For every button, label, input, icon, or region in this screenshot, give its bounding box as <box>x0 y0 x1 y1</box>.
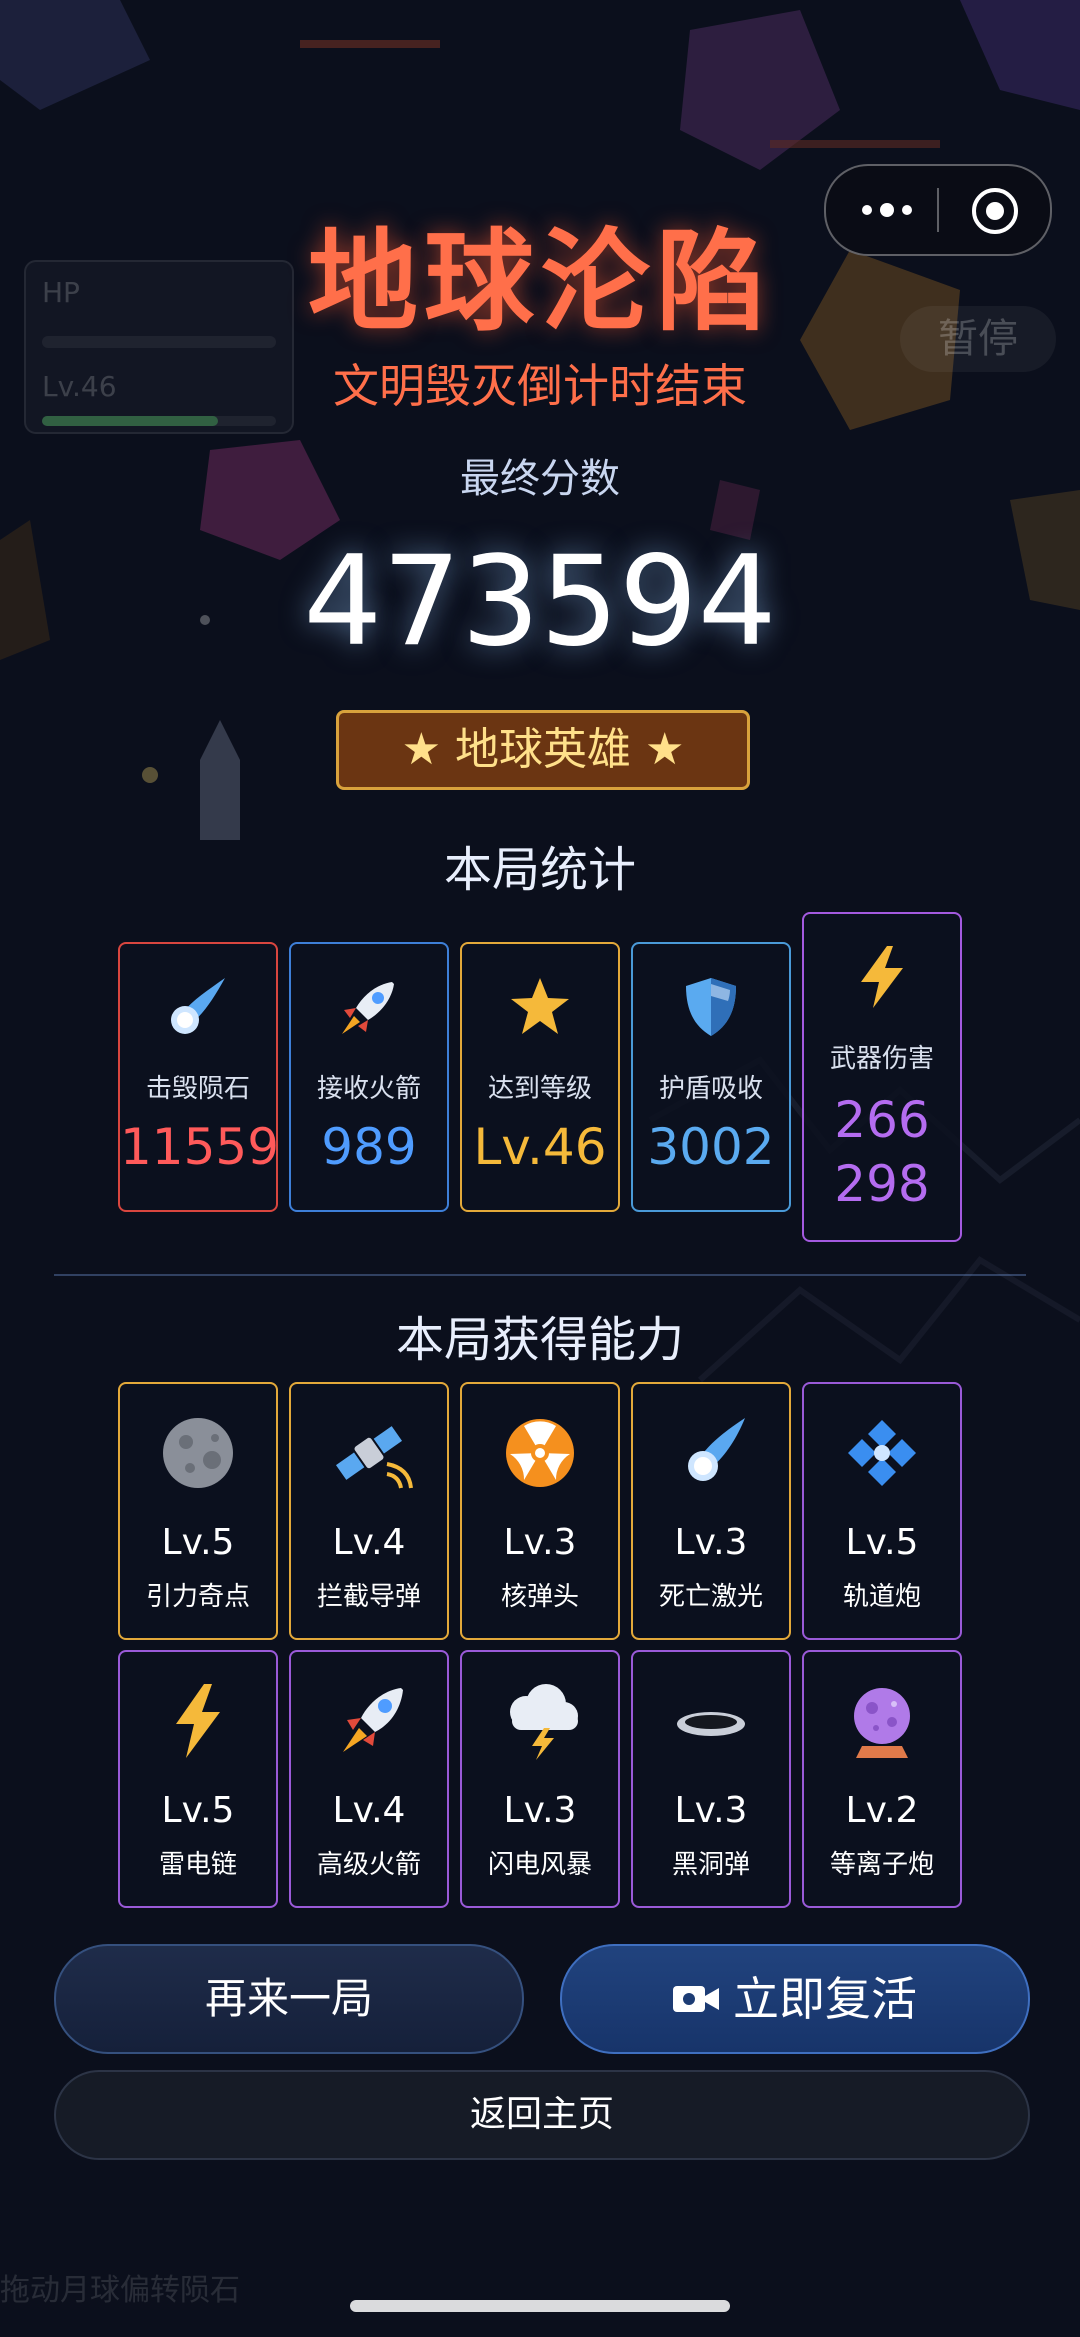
black-hole-icon <box>633 1682 789 1760</box>
return-home-button[interactable]: 返回主页 <box>54 2070 1030 2160</box>
game-over-subtitle: 文明毁灭倒计时结束 <box>333 359 747 413</box>
ability-name: 高级火箭 <box>316 1850 421 1880</box>
stat-card-meteors: 击毁陨石 11559 <box>118 942 280 1212</box>
ability-card: Lv.5 轨道炮 <box>802 1382 962 1640</box>
stats-section-title: 本局统计 <box>443 842 636 898</box>
ability-level: Lv.4 <box>332 1790 406 1831</box>
ability-card: Lv.4 拦截导弹 <box>289 1382 449 1640</box>
ability-card: Lv.5 引力奇点 <box>118 1382 278 1640</box>
ability-card: Lv.2 等离子炮 <box>802 1650 962 1908</box>
final-score: 473594 <box>303 530 777 674</box>
ability-level: Lv.5 <box>161 1522 235 1563</box>
stat-value: 989 <box>321 1118 417 1176</box>
ability-card: Lv.3 闪电风暴 <box>460 1650 620 1908</box>
ability-name: 拦截导弹 <box>316 1582 421 1612</box>
ability-level: Lv.3 <box>503 1522 577 1563</box>
stat-label: 接收火箭 <box>316 1074 421 1104</box>
stat-card-weapon-damage: 武器伤害 266 298 <box>802 912 962 1242</box>
xp-bar-fill <box>42 416 218 426</box>
rank-badge: ★ 地球英雄 ★ <box>336 710 750 790</box>
stat-label: 护盾吸收 <box>658 1074 763 1104</box>
radiation-icon <box>462 1414 618 1492</box>
revive-button[interactable]: 立即复活 <box>560 1944 1030 2054</box>
ability-name: 雷电链 <box>158 1850 237 1880</box>
rocket-icon <box>291 972 447 1057</box>
shield-icon <box>633 972 789 1057</box>
diamond-cluster-icon <box>804 1414 960 1492</box>
stat-card-rockets: 接收火箭 989 <box>289 942 449 1212</box>
ability-card: Lv.5 雷电链 <box>118 1650 278 1908</box>
comet-icon <box>633 1414 789 1492</box>
ability-level: Lv.2 <box>845 1790 919 1831</box>
ability-level: Lv.4 <box>332 1522 406 1563</box>
comet-icon <box>120 972 276 1057</box>
storm-cloud-icon <box>462 1682 618 1760</box>
ability-level: Lv.3 <box>674 1522 748 1563</box>
lightning-icon <box>120 1682 276 1760</box>
revive-label: 立即复活 <box>733 1972 917 2026</box>
stat-label: 击毁陨石 <box>145 1074 250 1104</box>
stat-value: 266 298 <box>804 1088 960 1216</box>
video-camera-icon <box>673 1985 719 2012</box>
stat-value-line2: 298 <box>834 1155 930 1213</box>
final-score-label: 最终分数 <box>460 456 620 502</box>
star-icon <box>462 972 618 1057</box>
rocket-icon <box>291 1682 447 1760</box>
ability-name: 轨道炮 <box>842 1582 921 1612</box>
ability-level: Lv.3 <box>503 1790 577 1831</box>
ability-name: 等离子炮 <box>829 1850 934 1880</box>
ability-card: Lv.3 黑洞弹 <box>631 1650 791 1908</box>
game-over-title: 地球沦陷 <box>308 218 772 346</box>
ability-name: 闪电风暴 <box>487 1850 592 1880</box>
ability-name: 死亡激光 <box>658 1582 763 1612</box>
stat-value: 3002 <box>647 1118 775 1176</box>
stat-label: 达到等级 <box>487 1074 592 1104</box>
stat-value-line1: 266 <box>834 1091 930 1149</box>
lightning-icon <box>804 942 960 1027</box>
play-again-button[interactable]: 再来一局 <box>54 1944 524 2054</box>
stat-label: 武器伤害 <box>829 1044 934 1074</box>
stat-card-shield: 护盾吸收 3002 <box>631 942 791 1212</box>
stat-value: 11559 <box>120 1118 280 1176</box>
satellite-icon <box>291 1414 447 1492</box>
stat-value: Lv.46 <box>473 1118 607 1176</box>
moon-icon <box>120 1414 276 1492</box>
section-divider <box>54 1274 1026 1276</box>
ability-card: Lv.3 核弹头 <box>460 1382 620 1640</box>
ability-level: Lv.5 <box>161 1790 235 1831</box>
ability-card: Lv.3 死亡激光 <box>631 1382 791 1640</box>
xp-bar <box>42 416 276 426</box>
bottom-hint: 拖动月球偏转陨石 <box>0 2273 240 2308</box>
stat-card-level: 达到等级 Lv.46 <box>460 942 620 1212</box>
home-indicator[interactable] <box>350 2300 730 2312</box>
ability-name: 黑洞弹 <box>671 1850 750 1880</box>
ability-name: 核弹头 <box>500 1582 579 1612</box>
ability-level: Lv.5 <box>845 1522 919 1563</box>
ability-level: Lv.3 <box>674 1790 748 1831</box>
ability-name: 引力奇点 <box>145 1582 250 1612</box>
ability-card: Lv.4 高级火箭 <box>289 1650 449 1908</box>
crystal-ball-icon <box>804 1682 960 1760</box>
abilities-section-title: 本局获得能力 <box>395 1312 684 1368</box>
